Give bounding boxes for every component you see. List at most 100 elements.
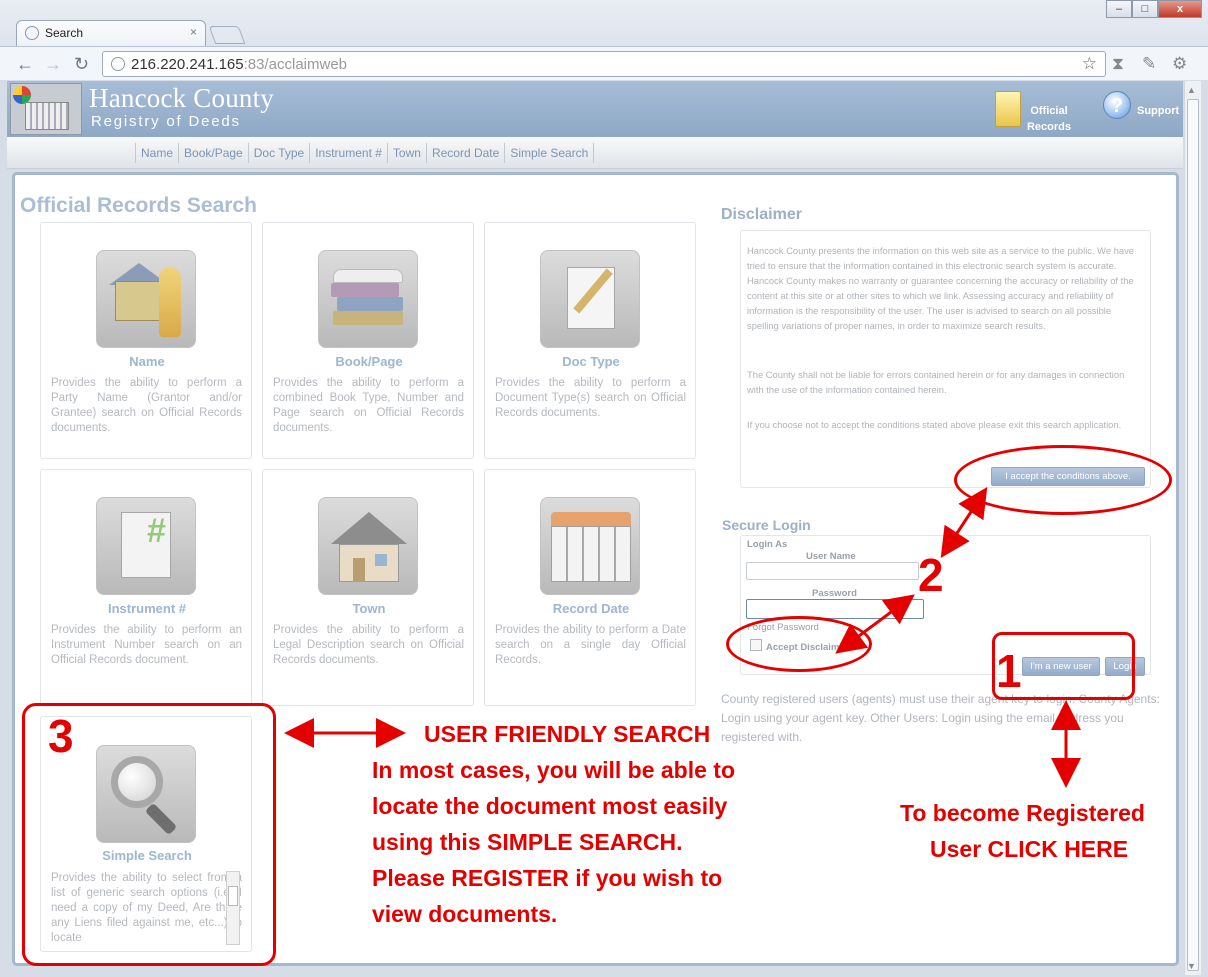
card-record-date-search[interactable]: Record Date Provides the ability to perf…: [484, 469, 696, 706]
url-host: 216.220.241.165: [131, 56, 244, 73]
official-records-link[interactable]: Official Records: [995, 89, 1075, 135]
scroll-down-icon[interactable]: ▼: [1187, 961, 1196, 971]
site-subtitle: Registry of Deeds: [91, 113, 241, 130]
card-desc: Provides the ability to perform a Docume…: [495, 377, 686, 419]
nav-doc-type[interactable]: Doc Type: [247, 143, 309, 163]
nav-book-page[interactable]: Book/Page: [178, 143, 248, 163]
card-town-search[interactable]: Town Provides the ability to perform a L…: [262, 469, 474, 706]
door-shape: [353, 558, 365, 582]
card-title: Record Date: [552, 601, 630, 616]
wall-shape: [339, 544, 399, 582]
nav-instrument[interactable]: Instrument #: [309, 143, 387, 163]
disclaimer-paragraph-1: Hancock County presents the information …: [747, 245, 1135, 331]
page-scrollbar[interactable]: ▲ ▼: [1184, 81, 1201, 975]
card-desc: Provides the ability to perform a Legal …: [273, 624, 464, 666]
browser-chrome: Search × – □ x ← → ↻ 216.220.241.165:83/…: [0, 0, 1208, 80]
hash-glyph: #: [147, 512, 166, 550]
page-title: Official Records Search: [20, 194, 257, 217]
site-county-title: Hancock County: [89, 83, 275, 113]
new-tab-button[interactable]: [208, 26, 246, 44]
annotation-number-3: 3: [48, 710, 74, 762]
eyedropper-icon[interactable]: ✎: [1142, 54, 1156, 74]
site-header: Hancock County Registry of Deeds Officia…: [7, 81, 1183, 137]
person-shape: [159, 267, 181, 337]
window-controls: – □ x: [1106, 0, 1202, 18]
card-desc: Provides the ability to perform a Date s…: [495, 624, 686, 666]
book-1: [333, 311, 403, 325]
page-info-icon[interactable]: [111, 57, 125, 71]
building-icon: [25, 102, 69, 130]
url-path: :83/acclaimweb: [243, 56, 348, 73]
back-icon[interactable]: ←: [16, 54, 34, 75]
disclaimer-title: Disclaimer: [721, 206, 802, 223]
annotation-ellipse-disclaimer: [726, 616, 872, 672]
scroll-up-icon[interactable]: ▲: [1187, 85, 1196, 95]
annotation-line: using this SIMPLE SEARCH.: [372, 829, 683, 855]
house-person-icon: [96, 250, 196, 348]
support-label: Support: [1137, 105, 1180, 117]
card-name-search[interactable]: Name Provides the ability to perform a P…: [40, 222, 252, 459]
house-icon: [318, 497, 418, 595]
annotation-number-2: 2: [918, 549, 944, 601]
url-text: 216.220.241.165:83/acclaimweb: [131, 56, 347, 73]
annotation-line: In most cases, you will be able to: [372, 757, 735, 783]
card-title: Book/Page: [335, 354, 403, 369]
book-2: [337, 297, 403, 311]
house-shape: [115, 281, 161, 321]
nav-record-date[interactable]: Record Date: [425, 143, 504, 163]
records-cabinet-icon: [995, 91, 1021, 127]
calendar-header: [551, 512, 631, 526]
annotation-register-line-2: User CLICK HERE: [930, 836, 1129, 862]
card-desc: Provides the ability to perform a Party …: [51, 377, 242, 434]
nav-town[interactable]: Town: [386, 143, 426, 163]
nav-simple-search[interactable]: Simple Search: [504, 143, 595, 163]
forward-icon[interactable]: →: [44, 54, 62, 75]
document-hash-icon: #: [96, 497, 196, 595]
hourglass-icon[interactable]: ⧗: [1112, 54, 1124, 74]
card-desc: Provides the ability to perform an Instr…: [51, 624, 242, 666]
card-title: Doc Type: [562, 354, 620, 369]
close-tab-icon[interactable]: ×: [190, 25, 197, 39]
disclaimer-paragraph-2: The County shall not be liable for error…: [747, 369, 1125, 395]
close-window-button[interactable]: x: [1158, 0, 1202, 18]
card-book-page-search[interactable]: Book/Page Provides the ability to perfor…: [262, 222, 474, 459]
card-title: Town: [352, 601, 386, 616]
search-type-nav: Name Book/Page Doc Type Instrument # Tow…: [7, 137, 1183, 169]
card-doc-type-search[interactable]: Doc Type Provides the ability to perform…: [484, 222, 696, 459]
annotation-ellipse-accept: [954, 445, 1172, 515]
annotation-number-1: 1: [996, 645, 1022, 697]
disclaimer-paragraph-3: If you choose not to accept the conditio…: [747, 419, 1122, 430]
annotation-line: locate the document most easily: [372, 793, 728, 819]
roof-shape: [331, 512, 407, 544]
official-records-label: Official Records: [1026, 105, 1072, 133]
books-icon: [318, 250, 418, 348]
annotation-user-friendly: USER FRIENDLY SEARCH: [424, 721, 711, 747]
annotation-line: Please REGISTER if you wish to: [372, 865, 723, 891]
secure-login-title: Secure Login: [722, 517, 811, 533]
browser-tab[interactable]: Search ×: [16, 20, 206, 46]
card-title: Instrument #: [107, 601, 186, 616]
globe-icon: [25, 26, 39, 40]
reload-icon[interactable]: ↻: [74, 54, 89, 75]
login-as-label: Login As: [747, 539, 788, 550]
calendar-icon: [540, 497, 640, 595]
browser-toolbar: ← → ↻ 216.220.241.165:83/acclaimweb ☆ ⧗ …: [0, 46, 1208, 80]
user-name-label: User Name: [806, 551, 856, 562]
annotation-line: view documents.: [372, 901, 558, 927]
courthouse-logo: [10, 83, 82, 135]
nav-name[interactable]: Name: [135, 143, 178, 163]
password-input[interactable]: [746, 599, 924, 619]
bookmark-star-icon[interactable]: ☆: [1082, 54, 1097, 74]
wrench-icon[interactable]: ⚙: [1172, 54, 1187, 74]
minimize-button[interactable]: –: [1106, 0, 1132, 18]
help-icon: ?: [1103, 91, 1131, 119]
maximize-button[interactable]: □: [1132, 0, 1158, 18]
calendar-grid: [551, 526, 631, 582]
password-label: Password: [812, 588, 857, 599]
card-instrument-search[interactable]: # Instrument # Provides the ability to p…: [40, 469, 252, 706]
book-3: [331, 283, 399, 297]
card-title: Name: [129, 354, 165, 369]
address-bar[interactable]: 216.220.241.165:83/acclaimweb ☆: [102, 51, 1106, 77]
scrollbar-thumb[interactable]: [1187, 99, 1199, 971]
user-name-input[interactable]: [746, 562, 919, 580]
